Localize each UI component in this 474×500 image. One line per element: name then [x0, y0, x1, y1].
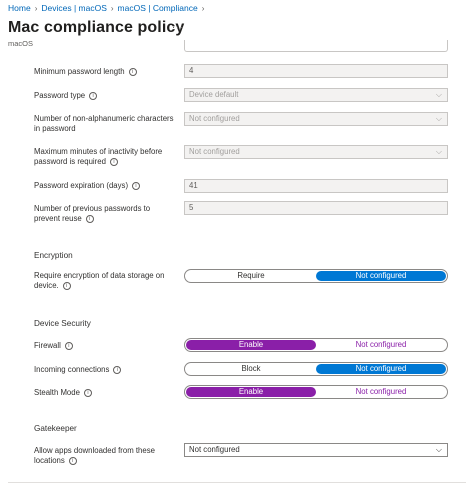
breadcrumb-macos-compliance[interactable]: macOS | Compliance	[118, 3, 198, 13]
require-encryption-toggle[interactable]: Require Not configured	[184, 269, 448, 283]
password-type-dropdown[interactable]: Device default ⌵	[184, 88, 448, 102]
breadcrumb: Home › Devices | macOS › macOS | Complia…	[8, 3, 208, 13]
stealth-not-configured-option[interactable]: Not configured	[316, 387, 446, 397]
incoming-not-configured-option[interactable]: Not configured	[316, 364, 446, 374]
allow-apps-dropdown[interactable]: Not configured ⌵	[184, 443, 448, 457]
chevron-right-icon: ›	[110, 3, 114, 13]
prevent-reuse-input[interactable]: 5	[184, 201, 448, 215]
divider	[8, 482, 466, 483]
section-device-security: Device Security	[34, 319, 91, 328]
allow-apps-label: Allow apps downloaded from these locatio…	[34, 446, 155, 465]
require-encryption-not-configured-option[interactable]: Not configured	[316, 271, 446, 281]
breadcrumb-devices-macos[interactable]: Devices | macOS	[41, 3, 107, 13]
firewall-not-configured-option[interactable]: Not configured	[316, 340, 446, 350]
prevent-reuse-label: Number of previous passwords to prevent …	[34, 204, 151, 223]
info-icon[interactable]: i	[109, 157, 118, 166]
min-password-length-label: Minimum password length i	[34, 67, 176, 77]
non-alnum-chars-label: Number of non-alphanumeric characters in…	[34, 114, 174, 133]
chevron-down-icon: ⌵	[435, 90, 442, 99]
info-icon[interactable]: i	[64, 341, 73, 350]
chevron-down-icon: ⌵	[435, 445, 442, 454]
max-inactivity-label: Maximum minutes of inactivity before pas…	[34, 147, 163, 166]
max-inactivity-dropdown[interactable]: Not configured ⌵	[184, 145, 448, 159]
page-subtitle: macOS	[8, 39, 34, 48]
require-encryption-require-option[interactable]: Require	[186, 271, 316, 281]
firewall-enable-option[interactable]: Enable	[186, 340, 316, 350]
password-type-label: Password type i	[34, 91, 176, 101]
info-icon[interactable]: i	[89, 91, 98, 100]
info-icon[interactable]: i	[83, 388, 92, 397]
info-icon[interactable]: i	[85, 214, 94, 223]
stealth-enable-option[interactable]: Enable	[186, 387, 316, 397]
chevron-right-icon: ›	[201, 3, 205, 13]
info-icon[interactable]: i	[128, 67, 137, 76]
previous-field-fragment	[184, 40, 448, 52]
stealth-mode-toggle[interactable]: Enable Not configured	[184, 385, 448, 399]
require-encryption-label: Require encryption of data storage on de…	[34, 271, 165, 290]
stealth-mode-label: Stealth Mode i	[34, 388, 176, 398]
password-expiration-input[interactable]: 41	[184, 179, 448, 193]
chevron-down-icon: ⌵	[435, 147, 442, 156]
firewall-label: Firewall i	[34, 341, 176, 351]
non-alnum-chars-dropdown[interactable]: Not configured ⌵	[184, 112, 448, 126]
info-icon[interactable]: i	[113, 365, 122, 374]
info-icon[interactable]: i	[62, 281, 71, 290]
more-options-icon[interactable]: ...	[172, 19, 184, 31]
password-expiration-label: Password expiration (days) i	[34, 181, 176, 191]
info-icon[interactable]: i	[68, 456, 77, 465]
incoming-block-option[interactable]: Block	[186, 364, 316, 374]
chevron-right-icon: ›	[34, 3, 38, 13]
page-title: Mac compliance policy	[8, 19, 185, 36]
min-password-length-input[interactable]: 4	[184, 64, 448, 78]
firewall-toggle[interactable]: Enable Not configured	[184, 338, 448, 352]
breadcrumb-home[interactable]: Home	[8, 3, 31, 13]
section-gatekeeper: Gatekeeper	[34, 424, 77, 433]
incoming-connections-toggle[interactable]: Block Not configured	[184, 362, 448, 376]
incoming-connections-label: Incoming connections i	[34, 365, 176, 375]
info-icon[interactable]: i	[132, 181, 141, 190]
section-encryption: Encryption	[34, 251, 73, 260]
chevron-down-icon: ⌵	[435, 114, 442, 123]
